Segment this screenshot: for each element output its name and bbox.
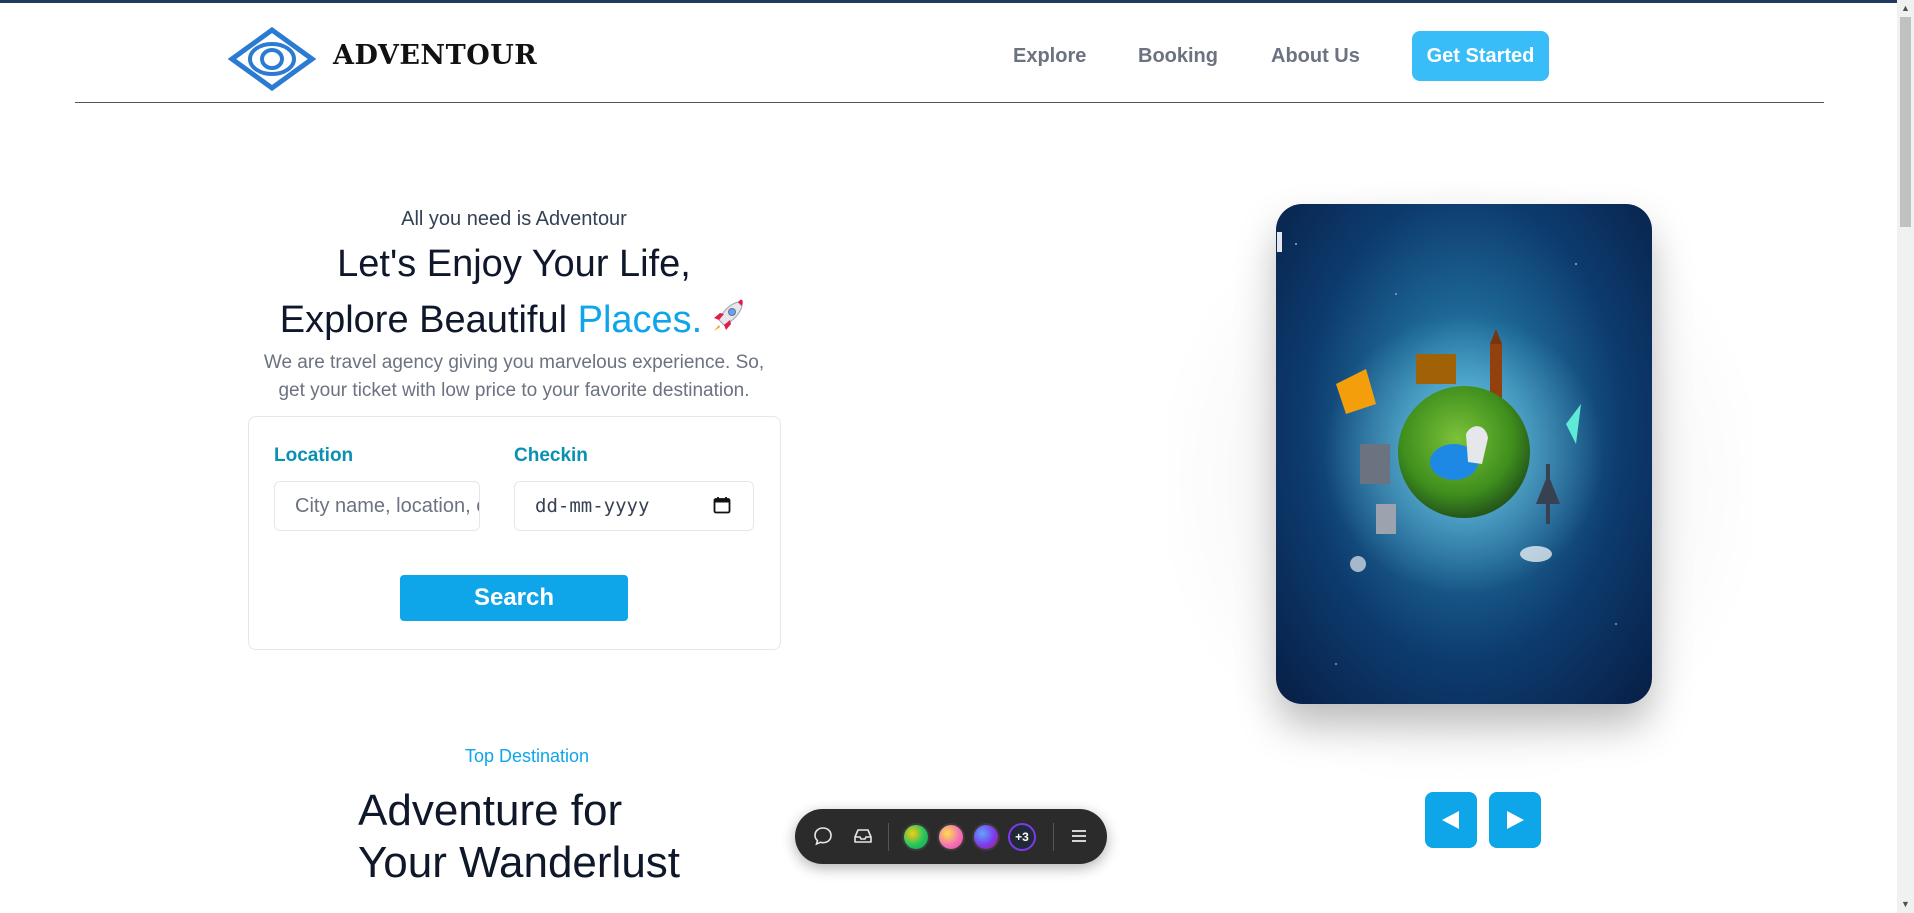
header-divider (75, 102, 1824, 103)
hero-title-line2: Explore Beautiful Places. (0, 292, 1028, 348)
get-started-button[interactable]: Get Started (1412, 31, 1549, 81)
scroll-up-arrow-icon[interactable]: ▲ (1897, 0, 1914, 17)
comment-icon[interactable] (812, 825, 834, 847)
avatar[interactable] (937, 823, 965, 851)
scroll-down-arrow-icon[interactable]: ▼ (1897, 896, 1914, 913)
checkin-date-input[interactable]: dd-mm-yyyy (514, 481, 754, 531)
brand-name[interactable]: ADVENTOUR (333, 40, 537, 71)
toolbar-separator (888, 823, 889, 851)
more-avatars-badge[interactable]: +3 (1008, 823, 1036, 851)
world-landmarks-globe-illustration (1277, 232, 1617, 665)
hero-title-accent: Places. (577, 299, 703, 341)
section-kicker: Top Destination (464, 746, 590, 766)
checkin-label: Checkin (514, 445, 588, 466)
hero-description: We are travel agency giving you marvelou… (263, 352, 765, 401)
carousel-prev-button[interactable] (1425, 792, 1477, 848)
triangle-right-icon (1507, 811, 1524, 829)
search-button[interactable]: Search (400, 575, 628, 621)
avatar[interactable] (972, 823, 1000, 851)
triangle-left-icon (1442, 811, 1459, 829)
scrollbar-thumb[interactable] (1900, 17, 1911, 227)
toolbar-separator (1053, 823, 1054, 851)
floating-toolbar: +3 (795, 809, 1107, 864)
browser-top-border (0, 0, 1914, 3)
hero-title-line1: Let's Enjoy Your Life, (337, 243, 691, 285)
hero-title-prefix: Explore Beautiful (279, 299, 568, 341)
destination-image-card (1276, 204, 1652, 704)
section-title-line2: Your Wanderlust (358, 838, 681, 887)
location-label: Location (274, 445, 354, 466)
calendar-icon[interactable] (713, 496, 731, 514)
inbox-icon[interactable] (852, 825, 874, 847)
nav-booking[interactable]: Booking (1138, 45, 1218, 68)
page-scrollbar[interactable]: ▲ ▼ (1897, 0, 1914, 913)
rocket-icon (714, 299, 743, 331)
nav-explore[interactable]: Explore (1013, 45, 1086, 68)
hamburger-menu-icon[interactable] (1068, 825, 1090, 847)
checkin-placeholder: dd-mm-yyyy (535, 495, 650, 517)
hero-tagline: All you need is Adventour (401, 208, 627, 230)
location-input[interactable]: City name, location, or (274, 481, 480, 531)
nav-about-us[interactable]: About Us (1271, 45, 1360, 68)
section-title-line1: Adventure for (358, 786, 623, 835)
carousel-next-button[interactable] (1489, 792, 1541, 848)
avatar[interactable] (902, 823, 930, 851)
eye-diamond-logo-icon[interactable] (228, 27, 316, 91)
